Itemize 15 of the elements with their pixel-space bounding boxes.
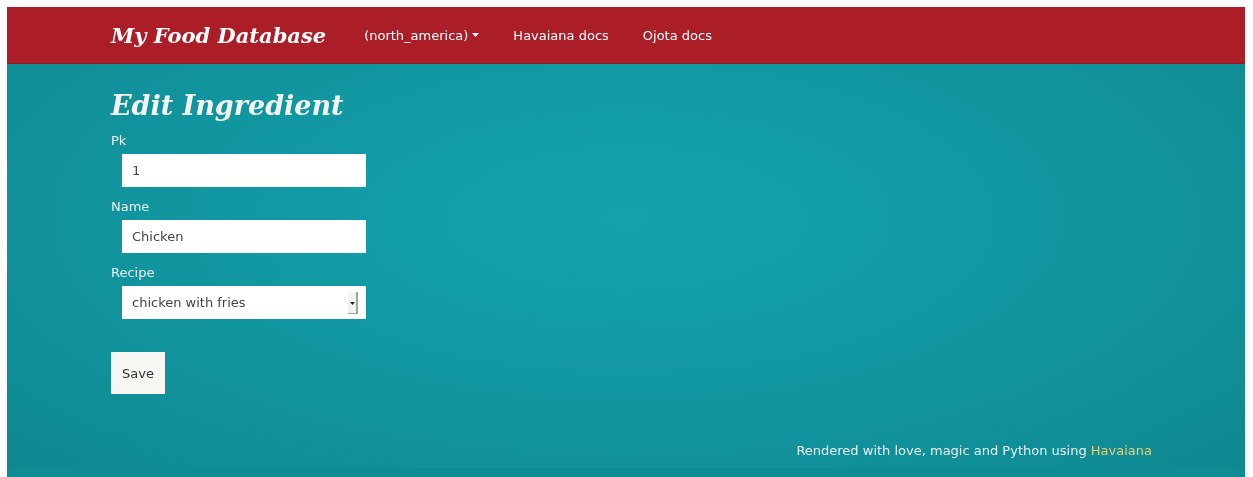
footer-text: Rendered with love, magic and Python using Havaiana [796,443,1152,458]
input-field[interactable]: 1 [122,154,366,187]
dropdown-arrow-icon [348,291,358,314]
page-title: Edit Ingredient [111,90,345,121]
input-field[interactable]: Chicken [122,220,366,253]
save-button[interactable]: Save [111,352,165,394]
field-label: Name [111,199,150,214]
field-label: Pk [111,133,127,148]
field-label: Recipe [111,265,155,280]
select-field[interactable]: chicken with fries [122,286,366,319]
brand-link[interactable]: My Food Database [111,22,327,48]
nav-link[interactable]: Havaiana docs [513,27,609,43]
caret-icon [472,33,480,37]
region-dropdown[interactable]: (north_america) [364,27,480,43]
nav-link[interactable]: Ojota docs [642,27,712,43]
